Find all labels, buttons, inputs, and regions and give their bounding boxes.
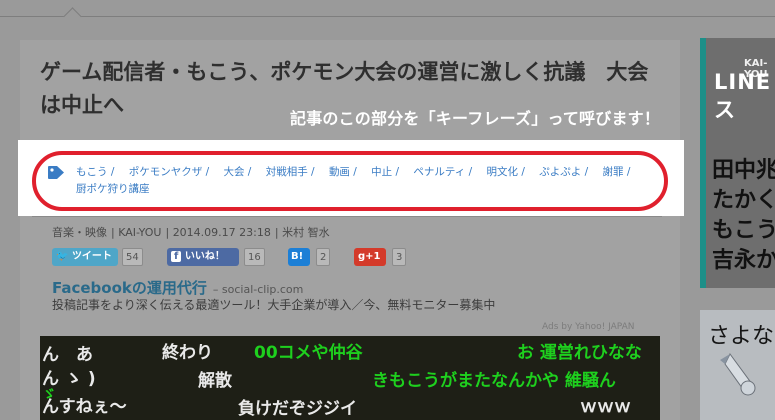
like-label: いいね！ (184, 251, 225, 262)
header-divider (0, 16, 775, 17)
keyphrase-link[interactable]: 大会 / (223, 166, 251, 178)
keyphrase-link[interactable]: ペナルティ / (413, 166, 472, 178)
keyphrase-link[interactable]: 動画 / (329, 166, 357, 178)
tag-icon (48, 166, 64, 179)
keyphrase-link[interactable]: ぷよぷよ / (539, 166, 588, 178)
banner-line: たかく (712, 188, 775, 213)
tweet-count: 54 (122, 248, 143, 266)
comment-text: 終わり (162, 343, 213, 363)
banner-stripe (700, 38, 706, 288)
like-count: 16 (244, 248, 265, 266)
ad-title: Facebookの運用代行 (52, 279, 207, 297)
meta-author[interactable]: 米村 智水 (282, 226, 330, 239)
keyphrase-link[interactable]: 中止 / (371, 166, 399, 178)
twitter-icon: 🐦 (56, 251, 69, 262)
article-meta: 音楽・映像 | KAI-YOU | 2014.09.17 23:18 | 米村 智水 (52, 226, 330, 239)
banner-line: 吉永か (712, 248, 775, 273)
facebook-icon: f (171, 251, 182, 262)
keyphrase-link[interactable]: 対戦相手 / (266, 166, 315, 178)
share-bar: 🐦 ツイート 54 f いいね！ 16 B! 2 g+1 3 (52, 248, 422, 266)
ad-domain: – social-clip.com (212, 283, 304, 296)
gplus-button[interactable]: g+1 (354, 248, 386, 266)
keyphrase-link[interactable]: もこう / (76, 166, 114, 178)
ad-description[interactable]: 投稿記事をより深く伝える最適ツール！大手企業が導入／今、無料モニター募集中 (52, 296, 495, 313)
like-button[interactable]: f いいね！ (167, 248, 239, 266)
hatena-button[interactable]: B! (288, 248, 310, 266)
comment-text: 解散 (198, 371, 232, 391)
meta-source[interactable]: KAI-YOU (118, 226, 161, 239)
hatena-count: 2 (316, 248, 331, 266)
banner-line: 田中兆 (712, 158, 775, 183)
banner-line: もこう (712, 218, 775, 243)
comment-text: お 運営れひなな (517, 343, 642, 363)
keyphrase-link[interactable]: 厨ポケ狩り講座 (76, 183, 150, 195)
keyphrase-link[interactable]: ポケモンヤクザ / (129, 166, 209, 178)
meta-category[interactable]: 音楽・映像 (52, 226, 107, 239)
comment-text: ん あ (42, 345, 93, 365)
meta-divider (32, 216, 662, 217)
robot-arm-illustration (720, 353, 756, 396)
comment-text: きもこうがまたなんかや 維騒ん (372, 371, 616, 391)
keyphrase-link[interactable]: 謝罪 / (602, 166, 630, 178)
banner-headline: LINE ス (714, 70, 772, 122)
comment-text: 負けだぞジジイ (238, 399, 357, 419)
ad-credit[interactable]: Ads by Yahoo! JAPAN (542, 322, 635, 332)
meta-date: 2014.09.17 23:18 (172, 226, 271, 239)
comment-text: ｗｗｗ (580, 397, 631, 417)
hatena-icon: B! (291, 251, 304, 262)
keyphrase-link[interactable]: 明文化 / (487, 166, 525, 178)
tweet-button[interactable]: 🐦 ツイート (52, 248, 118, 266)
sidebar-banner-ad[interactable]: KAI-YOU LINE ス 田中兆 たかく もこう 吉永か (700, 38, 775, 288)
ad-title-link[interactable]: Facebookの運用代行 – social-clip.com (52, 277, 303, 298)
header-pointer (63, 7, 82, 26)
keyphrase-list: もこう / ポケモンヤクザ / 大会 / 対戦相手 / 動画 / 中止 / ペナ… (76, 164, 666, 198)
comment-text: 00コメや仲谷 (254, 343, 363, 363)
gplus-count: 3 (392, 248, 407, 266)
sidebar-banner-ad-2[interactable]: さよな (700, 310, 775, 420)
comment-text: ゞ (42, 387, 56, 403)
annotation-text: 記事のこの部分を「キーフレーズ」って呼びます！ (290, 109, 661, 128)
tweet-label: ツイート (71, 251, 112, 262)
video-player[interactable]: ん あ 終わり 00コメや仲谷 お 運営れひなな ん ゝ ) 解散 きもこうがま… (40, 336, 660, 420)
gplus-icon: g+1 (358, 251, 381, 262)
